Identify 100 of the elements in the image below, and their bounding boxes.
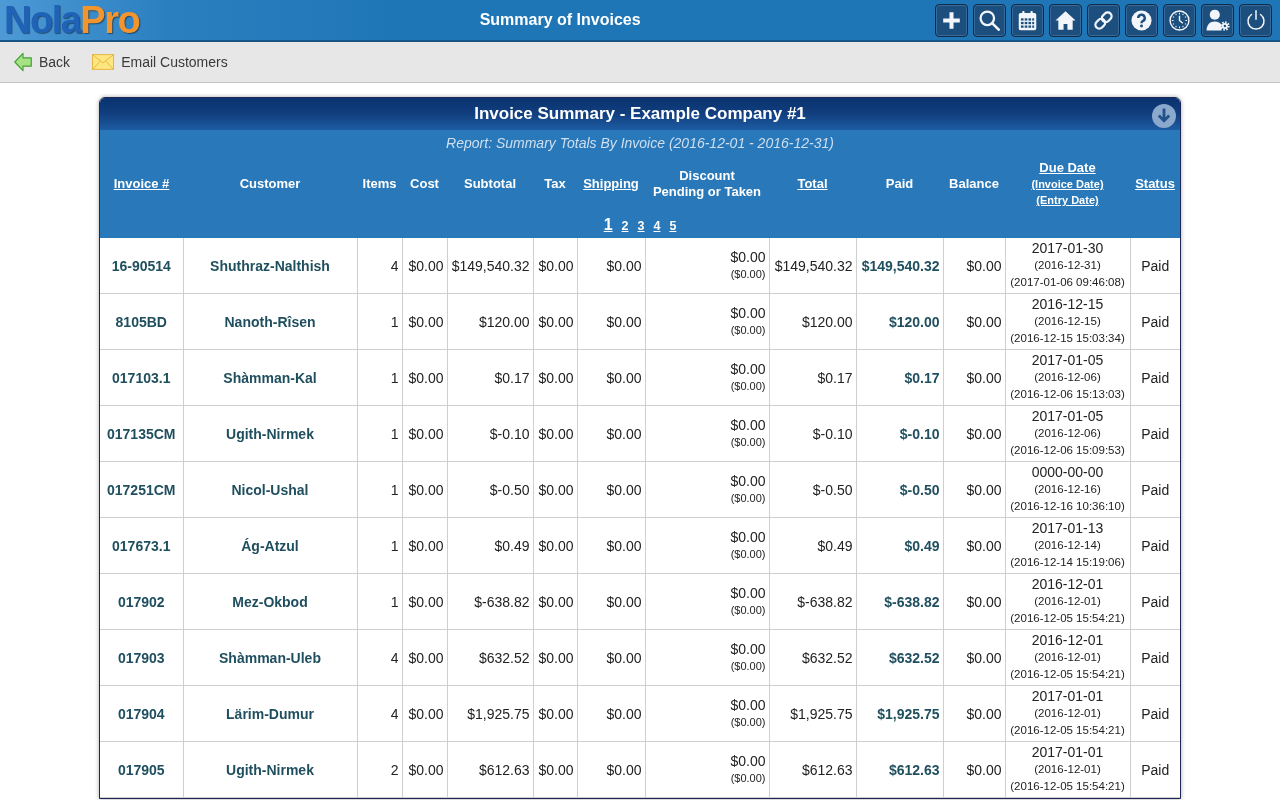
logo: NolaPro	[4, 0, 140, 40]
customer-name-link[interactable]: Nanoth-Rîsen	[224, 313, 316, 330]
help-icon	[1131, 9, 1152, 31]
open-invoice-link[interactable]: 017903	[117, 649, 165, 666]
due-date: 0000-00-00	[1031, 464, 1104, 481]
search-button[interactable]	[973, 3, 1006, 37]
entry-date: (2016-12-14 15:19:06)	[1010, 555, 1125, 570]
due-date: 2016-12-01	[1031, 576, 1104, 593]
table-cell: $0.00	[533, 629, 577, 686]
due-date: 2017-01-05	[1031, 352, 1104, 369]
table-cell: $0.00	[402, 238, 447, 294]
column-sort-link[interactable]: (Invoice Date)	[1031, 176, 1104, 192]
customer-name-link[interactable]: Ugith-Nirmek	[226, 761, 314, 778]
column-sort-link[interactable]: Status	[1135, 176, 1175, 192]
discount-amount: $0.00	[730, 641, 766, 658]
table-cell: $0.00	[943, 685, 1005, 742]
column-sort-link[interactable]: Total	[797, 176, 828, 192]
open-invoice-link[interactable]: 017905	[117, 761, 165, 778]
calendar-button[interactable]	[1011, 3, 1044, 37]
customer-name-link[interactable]: Ugith-Nirmek	[226, 425, 314, 442]
table-cell: $0.00	[943, 629, 1005, 686]
table-cell: Paid	[1130, 238, 1180, 294]
customer-name-link[interactable]: Nicol-Ushal	[231, 481, 309, 498]
column-sort-link[interactable]: Due Date	[1039, 160, 1096, 176]
entry-date: (2016-12-05 15:54:21)	[1010, 611, 1125, 626]
paid-amount-link[interactable]: $0.49	[904, 537, 940, 554]
plus-icon	[941, 9, 962, 31]
table-cell: 4	[357, 629, 402, 686]
column-header: Discount Pending or Taken	[652, 168, 762, 200]
paid-amount-link[interactable]: $-638.82	[884, 593, 940, 610]
user-settings-button[interactable]	[1201, 3, 1234, 37]
table-cell: $0.00	[533, 405, 577, 462]
home-icon	[1055, 9, 1076, 31]
table-cell: $0.00	[577, 238, 645, 294]
open-invoice-link[interactable]: 017904	[117, 705, 165, 722]
links-button[interactable]	[1087, 3, 1120, 37]
discount-detail: ($0.00)	[730, 659, 766, 674]
help-button[interactable]	[1125, 3, 1158, 37]
search-icon	[979, 9, 1000, 31]
paid-amount-link[interactable]: $120.00	[888, 313, 940, 330]
page-title: Summary of Invoices	[478, 11, 642, 29]
customer-name-link[interactable]: Ág-Atzul	[241, 537, 299, 554]
discount-detail: ($0.00)	[730, 547, 766, 562]
power-icon	[1245, 10, 1266, 30]
open-invoice-link[interactable]: 16-90514	[111, 257, 171, 274]
customer-name-link[interactable]: Lärim-Dumur	[226, 705, 314, 722]
invoice-date: (2016-12-01)	[1034, 594, 1101, 609]
page-link[interactable]: 3	[637, 219, 645, 233]
table-cell: 1	[357, 461, 402, 518]
entry-date: (2016-12-16 10:36:10)	[1010, 499, 1125, 514]
discount-detail: ($0.00)	[730, 491, 766, 506]
column-header: Paid	[885, 176, 914, 192]
entry-date: (2016-12-06 15:13:03)	[1010, 387, 1125, 402]
page-link[interactable]: 5	[669, 219, 677, 233]
customer-name-link[interactable]: Shàmman-Kal	[223, 369, 317, 386]
table-cell: $612.63	[447, 741, 533, 798]
discount-detail: ($0.00)	[730, 771, 766, 786]
invoice-date: (2016-12-01)	[1034, 706, 1101, 721]
page-link[interactable]: 2	[621, 219, 629, 233]
paid-amount-link[interactable]: $-0.50	[899, 481, 940, 498]
entry-date: (2016-12-05 15:54:21)	[1010, 779, 1125, 794]
paid-amount-link[interactable]: $612.63	[888, 761, 940, 778]
table-cell: $0.00	[533, 685, 577, 742]
table-cell: $-638.82	[769, 573, 856, 630]
due-date: 2017-01-13	[1031, 520, 1104, 537]
paid-amount-link[interactable]: $-0.10	[899, 425, 940, 442]
table-cell: $0.00	[577, 405, 645, 462]
download-icon[interactable]	[1152, 104, 1176, 128]
paid-amount-link[interactable]: $632.52	[888, 649, 940, 666]
column-sort-link[interactable]: (Entry Date)	[1036, 192, 1099, 208]
table-cell: $0.00	[402, 517, 447, 574]
column-sort-link[interactable]: Invoice #	[113, 176, 170, 192]
customer-name-link[interactable]: Mez-Okbod	[232, 593, 308, 610]
due-date: 2017-01-01	[1031, 688, 1104, 705]
table-cell: $0.00	[577, 293, 645, 350]
add-button[interactable]	[935, 3, 968, 37]
table-cell: $0.00	[943, 349, 1005, 406]
table-cell: $0.00	[402, 629, 447, 686]
table-cell: $0.00	[402, 685, 447, 742]
entry-date: (2017-01-06 09:46:08)	[1010, 275, 1125, 290]
back-link[interactable]: Back	[14, 52, 71, 72]
page-link[interactable]: 1	[603, 216, 613, 234]
report-subtitle: Report: Summary Totals By Invoice (2016-12-01 - 2016-12-31)	[446, 135, 834, 151]
table-cell: $149,540.32	[447, 238, 533, 294]
table-cell: $0.00	[943, 238, 1005, 294]
customer-name-link[interactable]: Shàmman-Uleb	[219, 649, 321, 666]
discount-amount: $0.00	[730, 473, 766, 490]
home-button[interactable]	[1049, 3, 1082, 37]
open-invoice-link[interactable]: 017902	[117, 593, 165, 610]
open-invoice-link[interactable]: 8105BD	[115, 313, 167, 330]
paid-amount-link[interactable]: $0.17	[904, 369, 940, 386]
column-sort-link[interactable]: Shipping	[583, 176, 639, 192]
email-customers-link[interactable]: Email Customers	[92, 54, 228, 70]
page-link[interactable]: 4	[653, 219, 661, 233]
power-button[interactable]	[1239, 3, 1272, 37]
table-cell: $0.00	[943, 461, 1005, 518]
clock-button[interactable]	[1163, 3, 1196, 37]
table-cell: $-0.50	[769, 461, 856, 518]
column-header: Tax	[544, 176, 566, 192]
entry-date: (2016-12-06 15:09:53)	[1010, 443, 1125, 458]
